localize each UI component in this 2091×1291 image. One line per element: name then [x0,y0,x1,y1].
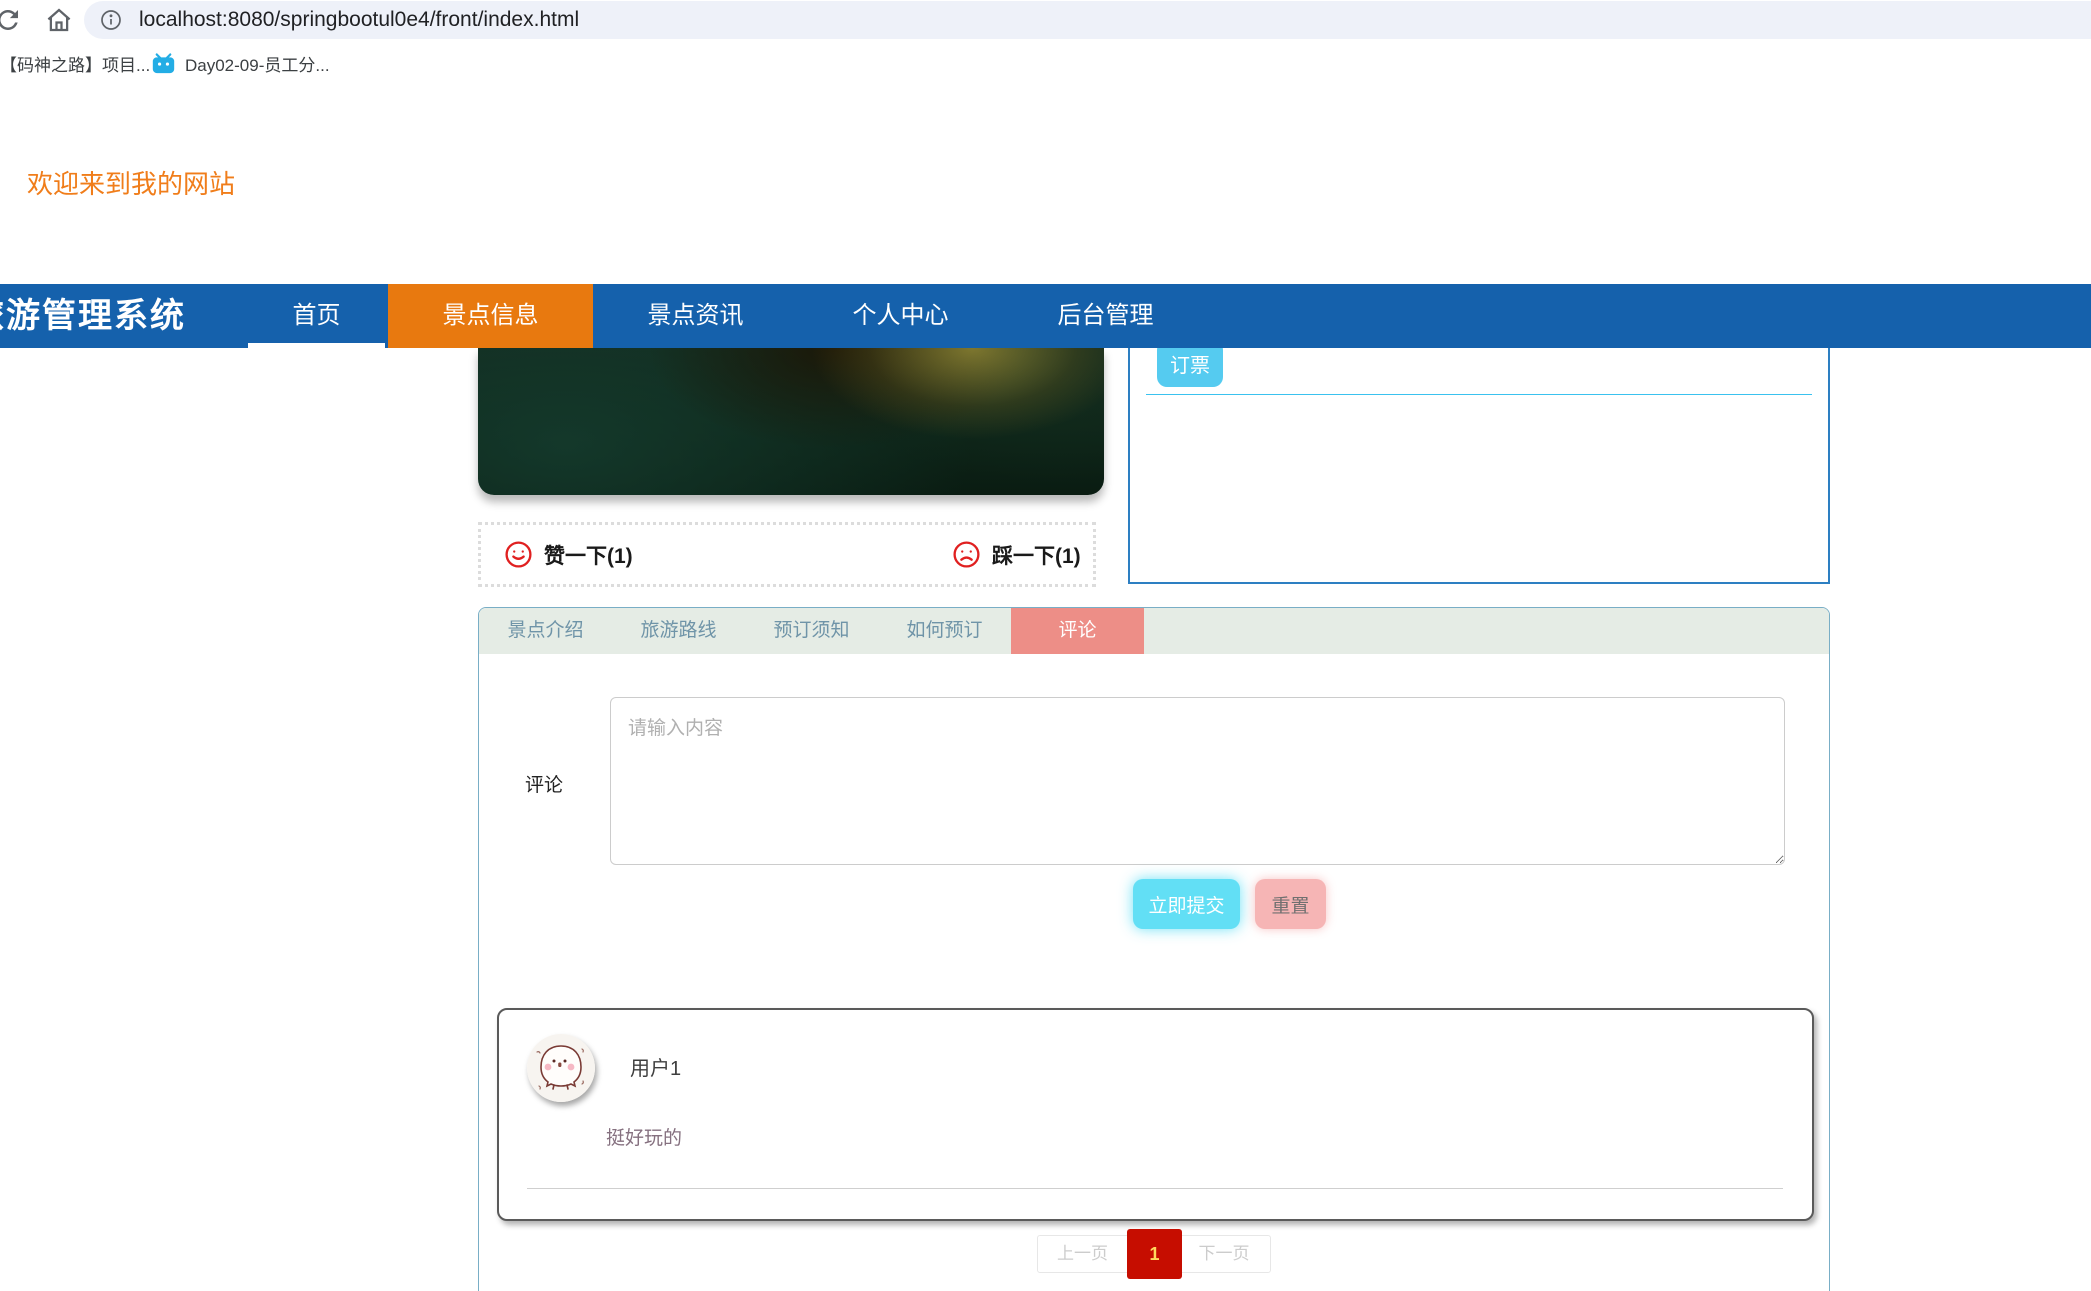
dislike-label: 踩一下(1) [992,540,1081,570]
tab-booking-notes[interactable]: 预订须知 [745,608,878,654]
comment-textarea[interactable] [610,697,1785,865]
main-nav: 旅游管理系统 首页 景点信息 景点资讯 个人中心 后台管理 [0,284,2091,348]
site-brand: 旅游管理系统 [0,284,186,348]
tab-label: 如何预订 [906,620,982,641]
tab-routes[interactable]: 旅游路线 [612,608,745,654]
smiley-face-icon [503,539,534,570]
comment-card: 用户1 挺好玩的 [497,1008,1814,1221]
reset-button[interactable]: 重置 [1255,879,1326,929]
like-label: 赞一下(1) [544,540,633,570]
detail-tabs-panel: 景点介绍 旅游路线 预订须知 如何预订 评论 评论 立即提交 重置 [478,607,1830,1291]
info-icon[interactable] [99,8,123,32]
address-bar[interactable]: localhost:8080/springbootul0e4/front/ind… [84,1,2091,39]
nav-item-label: 景点信息 [443,302,539,329]
page: localhost:8080/springbootul0e4/front/ind… [0,0,2091,1291]
nav-item-label: 景点资讯 [648,302,744,329]
nav-underline [248,343,385,348]
bilibili-icon [150,50,177,77]
dislike-button[interactable]: 踩一下(1) [951,525,1081,584]
tab-comments[interactable]: 评论 [1011,608,1144,654]
url-text[interactable]: localhost:8080/springbootul0e4/front/ind… [139,8,579,32]
bookmark-item[interactable]: Day02-09-员工分... [150,48,330,78]
welcome-heading: 欢迎来到我的网站 [27,164,235,201]
tab-label: 景点介绍 [507,620,583,641]
nav-item-admin[interactable]: 后台管理 [1003,284,1208,348]
prev-page-button[interactable]: 上一页 [1038,1235,1127,1273]
comment-divider [527,1188,1783,1189]
nav-item-personal-center[interactable]: 个人中心 [798,284,1003,348]
comment-text: 挺好玩的 [606,1123,682,1150]
reload-icon[interactable] [0,5,23,35]
attraction-image [478,348,1104,495]
bookmarks-bar: 【码神之路】项目... Day02-09-员工分... [0,48,900,82]
bookmark-label: 【码神之路】项目... [0,51,150,76]
tab-introduction[interactable]: 景点介绍 [479,608,612,654]
tab-label: 预订须知 [773,620,849,641]
tab-bar: 景点介绍 旅游路线 预订须知 如何预订 评论 [479,608,1829,654]
current-page-button[interactable]: 1 [1127,1229,1182,1279]
comment-username: 用户1 [630,1052,681,1081]
nav-item-home[interactable]: 首页 [248,284,385,348]
tab-label: 评论 [1058,620,1096,641]
nav-item-attraction-info[interactable]: 景点信息 [388,284,593,348]
bookmark-item[interactable]: 【码神之路】项目... [0,48,150,78]
nav-item-label: 个人中心 [853,302,949,329]
next-page-button[interactable]: 下一页 [1182,1235,1266,1273]
home-icon[interactable] [44,5,74,35]
nav-item-label: 后台管理 [1058,302,1154,329]
tab-how-to-book[interactable]: 如何预订 [878,608,1011,654]
avatar [527,1034,595,1102]
submit-button[interactable]: 立即提交 [1133,879,1240,929]
bookmark-label: Day02-09-员工分... [185,51,330,76]
booking-panel: 订票 [1128,330,1830,584]
nav-item-attraction-news[interactable]: 景点资讯 [593,284,798,348]
like-button[interactable]: 赞一下(1) [503,525,633,584]
panel-divider [1146,394,1812,395]
nav-item-label: 首页 [293,302,341,329]
vote-box: 赞一下(1) 踩一下(1) [478,522,1096,587]
frown-face-icon [951,539,982,570]
browser-chrome: localhost:8080/springbootul0e4/front/ind… [0,0,2091,85]
pagination: 上一页 1 下一页 [1037,1235,1271,1273]
comment-form-label: 评论 [525,770,563,797]
tab-label: 旅游路线 [640,620,716,641]
